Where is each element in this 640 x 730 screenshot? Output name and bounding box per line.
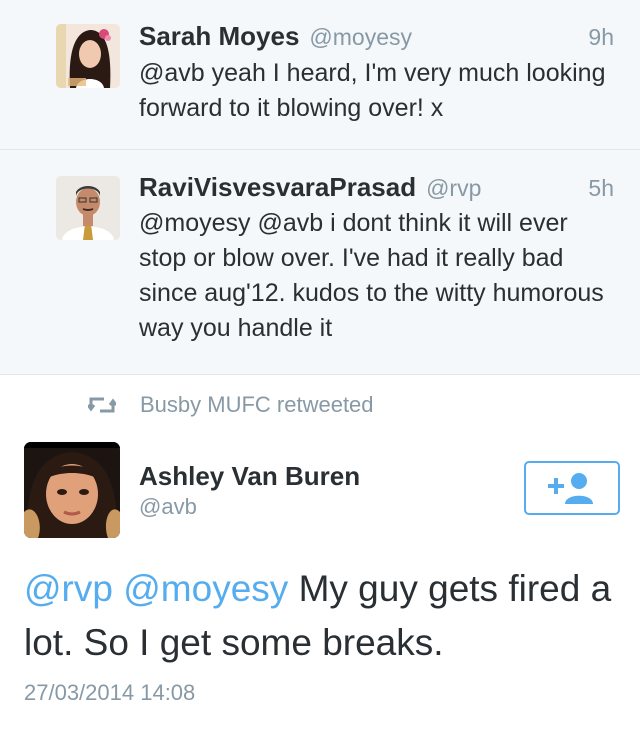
user-handle[interactable]: @avb — [139, 494, 197, 520]
retweet-label: Busby MUFC retweeted — [140, 392, 374, 417]
user-handle[interactable]: @moyesy — [309, 24, 412, 51]
follow-button[interactable] — [524, 461, 620, 515]
tweet-text: @moyesy @avb i dont think it will ever s… — [139, 209, 604, 342]
tweet-header: Sarah Moyes @moyesy 9h — [139, 21, 614, 52]
avatar[interactable] — [24, 442, 120, 538]
retweet-context[interactable]: Busby MUFC retweeted — [88, 392, 374, 418]
tweet-text: @avb yeah I heard, I'm very much looking… — [139, 59, 606, 122]
user-name[interactable]: Ashley Van Buren — [139, 461, 360, 492]
retweet-icon — [88, 397, 116, 413]
tweet-text: @rvp @moyesy My guy gets fired a lot. So… — [24, 562, 616, 670]
reply-tweet[interactable]: Sarah Moyes @moyesy 9h @avb yeah I heard… — [0, 0, 640, 150]
avatar[interactable] — [56, 176, 120, 240]
mention-link[interactable]: @rvp — [24, 568, 113, 609]
user-handle[interactable]: @rvp — [426, 175, 481, 202]
mention-link[interactable]: @moyesy — [123, 568, 288, 609]
user-name[interactable]: RaviVisvesvaraPrasad — [139, 172, 416, 203]
add-user-icon — [548, 473, 593, 504]
tweet-timestamp: 27/03/2014 14:08 — [24, 680, 196, 705]
tweet-body: My guy gets fired a lot. So I get some b… — [24, 568, 612, 663]
reply-tweet[interactable]: RaviVisvesvaraPrasad @rvp 5h @moyesy @av… — [0, 150, 640, 375]
tweet-header: RaviVisvesvaraPrasad @rvp 5h — [139, 172, 614, 203]
user-name[interactable]: Sarah Moyes — [139, 21, 299, 52]
tweet-time: 9h — [588, 24, 614, 50]
tweet-time: 5h — [588, 175, 614, 201]
avatar[interactable] — [56, 24, 120, 88]
